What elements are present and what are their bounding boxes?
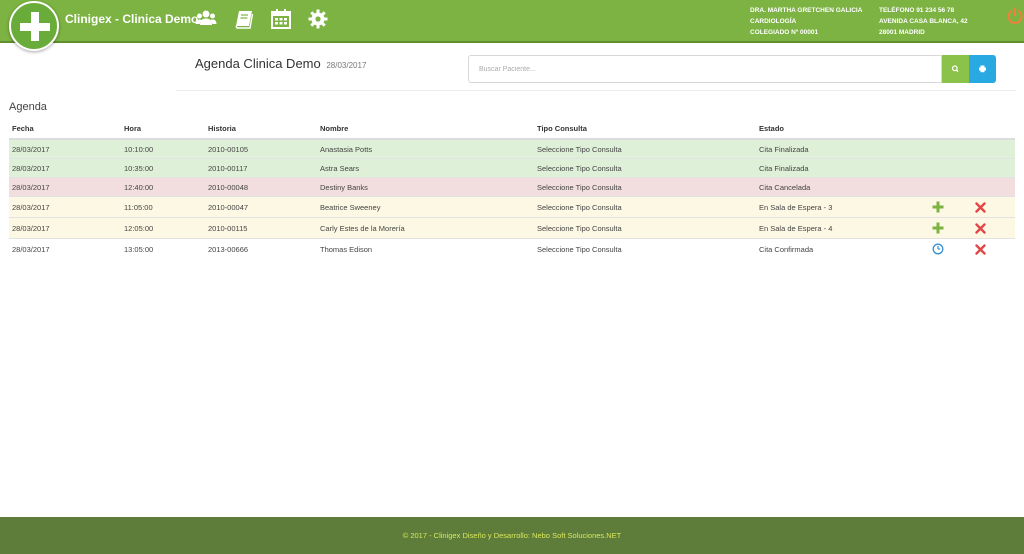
cell-action-1 (929, 217, 972, 239)
col-action-2 (972, 119, 1015, 140)
cell-tipo: Seleccione Tipo Consulta (534, 177, 756, 197)
cell-action-2 (972, 177, 1015, 197)
cell-nombre: Thomas Edison (317, 238, 534, 259)
cell-tipo: Seleccione Tipo Consulta (534, 217, 756, 239)
col-nombre: Nombre (317, 119, 534, 140)
cell-action-1 (929, 158, 972, 178)
cell-estado: Cita Finalizada (756, 158, 929, 178)
print-button[interactable] (969, 55, 996, 83)
doctor-name: DRA. MARTHA GRETCHEN GALICIA (750, 7, 863, 14)
clinic-address: AVENIDA CASA BLANCA, 42 (879, 18, 968, 25)
cell-fecha: 28/03/2017 (9, 217, 121, 239)
agenda-header-row: Fecha Hora Historia Nombre Tipo Consulta… (9, 119, 1015, 140)
cell-action-2 (972, 158, 1015, 178)
cell-hora: 12:05:00 (121, 217, 205, 239)
page-title: Agenda Clinica Demo 28/03/2017 (195, 56, 366, 71)
cell-nombre: Carly Estes de la Morería (317, 217, 534, 239)
cell-tipo: Seleccione Tipo Consulta (534, 238, 756, 259)
clinic-info: TELÉFONO 91 234 56 78 AVENIDA CASA BLANC… (879, 5, 968, 38)
top-bar: Clinigex - Clinica Demo DRA. MARTHA GRET… (0, 0, 1024, 51)
cell-nombre: Astra Sears (317, 158, 534, 178)
close-icon[interactable] (975, 201, 986, 213)
col-historia: Historia (205, 119, 317, 140)
cell-action-1 (929, 177, 972, 197)
cell-action-1 (929, 238, 972, 259)
table-row[interactable]: 28/03/2017 10:10:00 2010-00105 Anastasia… (9, 138, 1015, 159)
cell-nombre: Destiny Banks (317, 177, 534, 197)
cell-historia: 2010-00047 (205, 196, 317, 218)
col-action-1 (929, 119, 972, 140)
doctor-info: DRA. MARTHA GRETCHEN GALICIA CARDIOLOGÍA… (750, 5, 862, 38)
gear-icon[interactable] (307, 8, 329, 30)
book-icon[interactable] (233, 8, 255, 30)
plus-icon[interactable] (932, 201, 944, 213)
cell-fecha: 28/03/2017 (9, 158, 121, 178)
doctor-specialty: CARDIOLOGÍA (750, 18, 797, 25)
cell-tipo: Seleccione Tipo Consulta (534, 196, 756, 218)
cell-tipo: Seleccione Tipo Consulta (534, 158, 756, 178)
cell-hora: 13:05:00 (121, 238, 205, 259)
cell-historia: 2010-00115 (205, 217, 317, 239)
cell-historia: 2010-00117 (205, 158, 317, 178)
cell-action-2 (972, 138, 1015, 159)
col-estado: Estado (756, 119, 929, 140)
cell-action-2 (972, 196, 1015, 218)
cell-estado: Cita Cancelada (756, 177, 929, 197)
header-divider (176, 90, 1016, 91)
cell-estado: En Sala de Espera - 4 (756, 217, 929, 239)
clinic-phone: TELÉFONO 91 234 56 78 (879, 7, 955, 14)
cell-hora: 11:05:00 (121, 196, 205, 218)
search-button[interactable] (942, 55, 969, 83)
col-tipo-consulta: Tipo Consulta (534, 119, 756, 140)
calendar-icon[interactable] (270, 8, 292, 30)
logo-cross-icon[interactable] (9, 1, 59, 51)
cell-hora: 10:35:00 (121, 158, 205, 178)
cell-historia: 2010-00048 (205, 177, 317, 197)
plus-icon[interactable] (932, 222, 944, 234)
table-row[interactable]: 28/03/2017 12:05:00 2010-00115 Carly Est… (9, 217, 1015, 239)
cell-nombre: Beatrice Sweeney (317, 196, 534, 218)
clinic-city: 28001 MADRID (879, 29, 925, 36)
cell-hora: 12:40:00 (121, 177, 205, 197)
cell-tipo: Seleccione Tipo Consulta (534, 138, 756, 159)
cell-fecha: 28/03/2017 (9, 196, 121, 218)
cell-fecha: 28/03/2017 (9, 177, 121, 197)
cell-estado: En Sala de Espera - 3 (756, 196, 929, 218)
agenda-title: Agenda (9, 101, 47, 113)
cell-estado: Cita Finalizada (756, 138, 929, 159)
page-title-text: Agenda Clinica Demo (195, 56, 321, 71)
cell-hora: 10:10:00 (121, 138, 205, 159)
table-row[interactable]: 28/03/2017 12:40:00 2010-00048 Destiny B… (9, 177, 1015, 197)
clock-icon[interactable] (932, 243, 944, 255)
table-row[interactable]: 28/03/2017 11:05:00 2010-00047 Beatrice … (9, 196, 1015, 218)
users-icon[interactable] (195, 8, 217, 30)
cell-action-1 (929, 196, 972, 218)
cell-nombre: Anastasia Potts (317, 138, 534, 159)
cell-action-2 (972, 217, 1015, 239)
cell-action-1 (929, 138, 972, 159)
col-hora: Hora (121, 119, 205, 140)
agenda-table: Fecha Hora Historia Nombre Tipo Consulta… (9, 119, 1015, 259)
close-icon[interactable] (975, 222, 986, 234)
footer: © 2017 - Clinigex Diseño y Desarrollo: N… (0, 517, 1024, 554)
close-icon[interactable] (975, 243, 986, 255)
table-row[interactable]: 28/03/2017 13:05:00 2013-00666 Thomas Ed… (9, 238, 1015, 259)
search-input[interactable] (468, 55, 942, 83)
cell-action-2 (972, 238, 1015, 259)
page-date: 28/03/2017 (326, 61, 367, 70)
col-fecha: Fecha (9, 119, 121, 140)
cell-historia: 2010-00105 (205, 138, 317, 159)
table-row[interactable]: 28/03/2017 10:35:00 2010-00117 Astra Sea… (9, 158, 1015, 178)
cell-estado: Cita Confirmada (756, 238, 929, 259)
app-title: Clinigex - Clinica Demo (65, 12, 199, 26)
doctor-collegiate: COLEGIADO Nº 00001 (750, 29, 819, 36)
cell-fecha: 28/03/2017 (9, 238, 121, 259)
power-icon[interactable] (1006, 7, 1024, 25)
footer-text: © 2017 - Clinigex Diseño y Desarrollo: N… (402, 531, 622, 540)
cell-fecha: 28/03/2017 (9, 138, 121, 159)
cell-historia: 2013-00666 (205, 238, 317, 259)
print-icon (979, 65, 986, 73)
search-icon (951, 65, 959, 73)
